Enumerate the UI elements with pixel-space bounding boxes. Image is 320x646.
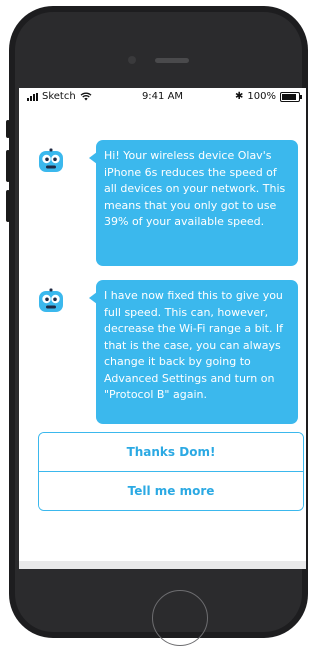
- bot-message-bubble: I have now fixed this to give you full s…: [89, 280, 298, 424]
- bot-message-bubble: Hi! Your wireless device Olav's iPhone 6…: [89, 140, 298, 266]
- volume-up-button[interactable]: [6, 150, 10, 182]
- earpiece-speaker: [155, 58, 189, 63]
- volume-down-button[interactable]: [6, 190, 10, 222]
- battery-percent: 100%: [247, 91, 276, 102]
- thanks-reply-button[interactable]: Thanks Dom!: [39, 433, 303, 471]
- robot-avatar-icon: [39, 288, 63, 312]
- bluetooth-icon: ✱: [235, 91, 244, 102]
- quick-replies: Thanks Dom! Tell me more: [38, 432, 304, 511]
- robot-avatar-icon: [39, 148, 63, 172]
- mute-switch[interactable]: [6, 120, 10, 138]
- tell-me-more-button[interactable]: Tell me more: [39, 471, 303, 510]
- status-bar: Sketch 9:41 AM ✱ 100%: [19, 88, 306, 106]
- app-screen: Sketch 9:41 AM ✱ 100% Hi! Your wireless …: [19, 88, 306, 569]
- front-camera: [128, 56, 136, 64]
- screen-bottom-edge: [19, 561, 306, 569]
- home-button[interactable]: [152, 590, 208, 646]
- battery-fill: [282, 93, 296, 100]
- status-right: ✱ 100%: [235, 91, 302, 102]
- battery-icon: [280, 91, 302, 102]
